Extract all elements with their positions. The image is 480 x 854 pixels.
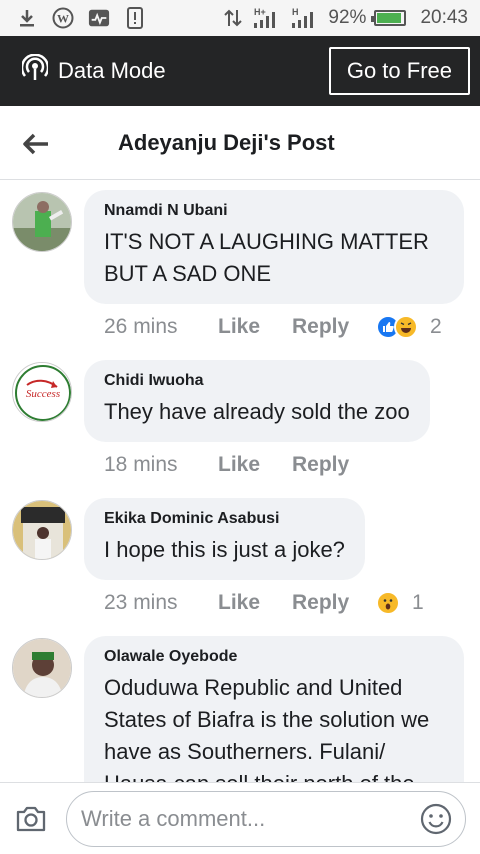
comment-time: 23 mins [104,591,178,614]
avatar[interactable]: Success [12,362,72,422]
comment-author[interactable]: Ekika Dominic Asabusi [104,510,345,528]
comment-bubble[interactable]: Ekika Dominic Asabusi I hope this is jus… [84,498,365,580]
like-button[interactable]: Like [218,591,292,615]
comment-item: Olawale Oyebode Oduduwa Republic and Uni… [0,636,480,782]
download-icon [16,7,38,29]
comment-author[interactable]: Nnamdi N Ubani [104,202,444,220]
comment-text: Oduduwa Republic and United States of Bi… [104,675,430,782]
comment-item: Ekika Dominic Asabusi I hope this is jus… [0,498,480,626]
comment-text: They have already sold the zoo [104,399,410,424]
avatar[interactable] [12,192,72,252]
comment-author[interactable]: Olawale Oyebode [104,648,444,666]
comment-author[interactable]: Chidi Iwuoha [104,372,410,390]
battery-percent: 92% [328,7,367,28]
like-button[interactable]: Like [218,315,292,339]
comment-input-wrapper [66,790,466,847]
svg-text:Success: Success [26,388,60,400]
comment-meta: 23 mins Like Reply 1 [84,580,464,626]
signal-icon-2: H [290,7,320,29]
wow-reaction-icon [376,591,400,615]
comment-item: Nnamdi N Ubani IT'S NOT A LAUGHING MATTE… [0,190,480,350]
comment-meta: 18 mins Like Reply [84,442,464,488]
activity-icon [88,7,110,29]
broadcast-icon [20,53,50,88]
reply-button[interactable]: Reply [292,591,376,615]
comment-bubble[interactable]: Olawale Oyebode Oduduwa Republic and Uni… [84,636,464,782]
svg-text:W: W [57,12,69,26]
clock: 20:43 [420,7,468,28]
comment-bubble[interactable]: Nnamdi N Ubani IT'S NOT A LAUGHING MATTE… [84,190,464,304]
comment-meta: 26 mins Like Reply 2 [84,304,464,350]
reactions[interactable]: 2 [376,315,442,339]
data-arrows-icon [222,7,244,29]
network-label-1: H+ [254,7,266,17]
like-button[interactable]: Like [218,453,292,477]
comments-list[interactable]: Nnamdi N Ubani IT'S NOT A LAUGHING MATTE… [0,180,480,782]
post-header: Adeyanju Deji's Post [0,106,480,180]
emoji-icon[interactable] [419,802,453,836]
back-arrow-icon[interactable] [22,130,50,158]
reactions[interactable]: 1 [376,591,424,615]
comment-input[interactable] [81,805,419,832]
comment-time: 26 mins [104,315,178,338]
comment-text: IT'S NOT A LAUGHING MATTER BUT A SAD ONE [104,229,429,286]
comment-time: 18 mins [104,453,178,476]
camera-icon[interactable] [14,802,48,836]
reaction-count: 1 [412,591,424,614]
comment-bubble[interactable]: Chidi Iwuoha They have already sold the … [84,360,430,442]
data-mode-indicator[interactable]: Data Mode [20,53,166,88]
battery-icon [371,10,407,26]
page-title: Adeyanju Deji's Post [118,129,335,155]
avatar[interactable] [12,638,72,698]
haha-reaction-icon [394,315,418,339]
network-label-2: H [292,7,299,17]
reply-button[interactable]: Reply [292,453,376,477]
reaction-count: 2 [430,315,442,338]
data-mode-label: Data Mode [58,58,166,83]
comment-composer [0,782,480,854]
device-icon [124,7,146,29]
comment-text: I hope this is just a joke? [104,537,345,562]
signal-icon: H+ [252,7,282,29]
avatar[interactable] [12,500,72,560]
data-mode-bar: Data Mode Go to Free [0,36,480,106]
status-bar: W H+ H 92% 20:43 [0,0,480,36]
reply-button[interactable]: Reply [292,315,376,339]
wordpress-icon: W [52,7,74,29]
go-to-free-button[interactable]: Go to Free [328,47,470,95]
comment-item: Success Chidi Iwuoha They have already s… [0,360,480,488]
